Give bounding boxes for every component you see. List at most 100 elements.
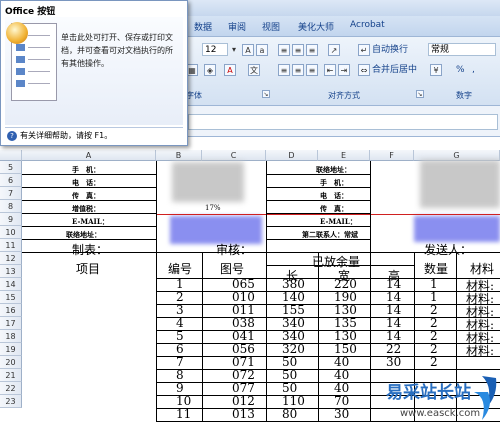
row-header[interactable]: 12 bbox=[0, 252, 22, 265]
tab-beautify[interactable]: 美化大师 bbox=[298, 20, 334, 33]
column-header-c[interactable]: C bbox=[202, 150, 266, 161]
row-header[interactable]: 18 bbox=[0, 330, 22, 343]
vat-rate-value: 17% bbox=[205, 204, 221, 212]
office-button-icon[interactable] bbox=[6, 22, 28, 44]
row-header[interactable]: 10 bbox=[0, 226, 22, 239]
group-label-number: 数字 bbox=[456, 91, 472, 100]
column-header-d[interactable]: D bbox=[266, 150, 318, 161]
grid-line bbox=[266, 200, 370, 201]
red-border-line bbox=[156, 214, 500, 215]
row-header[interactable]: 22 bbox=[0, 382, 22, 395]
row-header[interactable]: 13 bbox=[0, 265, 22, 278]
table-cell-no: 10 bbox=[176, 394, 192, 408]
currency-icon[interactable]: ¥ bbox=[430, 64, 442, 76]
watermark-text: 易采站长站 bbox=[386, 383, 471, 403]
column-header-a[interactable]: A bbox=[22, 150, 156, 161]
tab-data[interactable]: 数据 bbox=[194, 20, 212, 33]
table-cell-no: 6 bbox=[176, 342, 184, 356]
select-all-corner[interactable] bbox=[0, 150, 22, 161]
row-header[interactable]: 6 bbox=[0, 174, 22, 187]
row-header[interactable]: 16 bbox=[0, 304, 22, 317]
column-header-b[interactable]: B bbox=[156, 150, 202, 161]
align-center-icon[interactable]: ≡ bbox=[292, 64, 304, 76]
tab-acrobat[interactable]: Acrobat bbox=[350, 20, 385, 30]
tooltip-title: Office 按钮 bbox=[5, 7, 56, 17]
row-header[interactable]: 11 bbox=[0, 239, 22, 252]
table-cell-fig: 013 bbox=[232, 407, 255, 421]
grid-line bbox=[22, 239, 156, 240]
tooltip-body: 单击此处可打开、保存或打印文档，并可查看可对文档执行的所有其他操作。 bbox=[5, 17, 183, 125]
wrap-text-button[interactable]: 自动换行 bbox=[372, 44, 408, 56]
table-cell-h: 14 bbox=[386, 303, 402, 317]
comma-button[interactable]: , bbox=[472, 64, 475, 76]
font-color-icon[interactable]: A bbox=[224, 64, 236, 76]
tab-view[interactable]: 视图 bbox=[262, 20, 280, 33]
table-cell-l: 50 bbox=[282, 355, 298, 369]
shrink-font-icon[interactable]: a bbox=[256, 44, 268, 56]
group-label-alignment: 对齐方式 bbox=[328, 91, 360, 100]
grid-line bbox=[156, 304, 500, 305]
row-header[interactable]: 20 bbox=[0, 356, 22, 369]
table-cell-l: 110 bbox=[282, 394, 305, 408]
row-header[interactable]: 14 bbox=[0, 278, 22, 291]
orientation-icon[interactable]: ↗ bbox=[328, 44, 340, 56]
grid-line bbox=[266, 187, 370, 188]
office-button-tooltip: Office 按钮 单击此处可打开、保存或打印文档，并可查看可对文档执行的所有其… bbox=[0, 0, 188, 146]
table-cell-w: 135 bbox=[334, 316, 357, 330]
table-cell-no: 7 bbox=[176, 355, 184, 369]
header-figure: 图号 bbox=[220, 262, 245, 276]
table-cell-q: 2 bbox=[430, 355, 438, 369]
table-cell-fig: 010 bbox=[232, 290, 255, 304]
table-cell-no: 9 bbox=[176, 381, 184, 395]
font-launcher-icon[interactable]: ↘ bbox=[262, 90, 270, 98]
table-cell-h: 22 bbox=[386, 342, 402, 356]
column-header-f[interactable]: F bbox=[370, 150, 414, 161]
merge-center-button[interactable]: 合并后居中 bbox=[372, 64, 417, 76]
tooltip-help-text: 有关详细帮助，请按 F1。 bbox=[20, 131, 113, 140]
row-header[interactable]: 7 bbox=[0, 187, 22, 200]
grid-line bbox=[156, 252, 157, 422]
align-middle-icon[interactable]: ≡ bbox=[292, 44, 304, 56]
formula-input[interactable] bbox=[188, 114, 498, 130]
tab-review[interactable]: 审阅 bbox=[228, 20, 246, 33]
row-header[interactable]: 17 bbox=[0, 317, 22, 330]
row-header[interactable]: 9 bbox=[0, 213, 22, 226]
wrap-text-icon[interactable]: ↵ bbox=[358, 44, 370, 56]
alignment-launcher-icon[interactable]: ↘ bbox=[416, 90, 424, 98]
increase-indent-icon[interactable]: ⇥ bbox=[338, 64, 350, 76]
grid-line bbox=[266, 252, 267, 422]
fill-color-icon[interactable]: ◈ bbox=[204, 64, 216, 76]
merge-center-icon[interactable]: ⇔ bbox=[358, 64, 370, 76]
tooltip-help-footer: ? 有关详细帮助，请按 F1。 bbox=[5, 127, 183, 144]
row-header[interactable]: 21 bbox=[0, 369, 22, 382]
grow-font-icon[interactable]: A bbox=[242, 44, 254, 56]
decrease-indent-icon[interactable]: ⇤ bbox=[324, 64, 336, 76]
chevron-down-icon[interactable]: ▾ bbox=[228, 44, 240, 56]
row-header[interactable]: 23 bbox=[0, 395, 22, 408]
row-header[interactable]: 8 bbox=[0, 200, 22, 213]
table-cell-q: 1 bbox=[430, 290, 438, 304]
grid-line bbox=[318, 252, 319, 422]
header-item: 项目 bbox=[76, 262, 101, 276]
font-size-select[interactable]: 12 bbox=[202, 43, 228, 56]
table-cell-no: 2 bbox=[176, 290, 184, 304]
align-bottom-icon[interactable]: ≡ bbox=[306, 44, 318, 56]
table-cell-fig: 065 bbox=[232, 277, 255, 291]
percent-button[interactable]: % bbox=[456, 64, 465, 76]
grid-line bbox=[266, 265, 414, 266]
group-label-font: 字体 bbox=[186, 91, 202, 100]
watermark-url: www.easck.com bbox=[400, 408, 481, 419]
align-right-icon[interactable]: ≡ bbox=[306, 64, 318, 76]
table-cell-l: 50 bbox=[282, 381, 298, 395]
row-header[interactable]: 19 bbox=[0, 343, 22, 356]
align-left-icon[interactable]: ≡ bbox=[278, 64, 290, 76]
column-header-e[interactable]: E bbox=[318, 150, 370, 161]
number-format-select[interactable]: 常规 bbox=[428, 43, 496, 56]
row-header[interactable]: 5 bbox=[0, 161, 22, 174]
phonetic-icon[interactable]: 文 bbox=[248, 64, 260, 76]
grid-line bbox=[156, 278, 500, 279]
align-top-icon[interactable]: ≡ bbox=[278, 44, 290, 56]
row-header[interactable]: 15 bbox=[0, 291, 22, 304]
table-cell-l: 340 bbox=[282, 316, 305, 330]
tooltip-description: 单击此处可打开、保存或打印文档，并可查看可对文档执行的所有其他操作。 bbox=[61, 33, 173, 68]
